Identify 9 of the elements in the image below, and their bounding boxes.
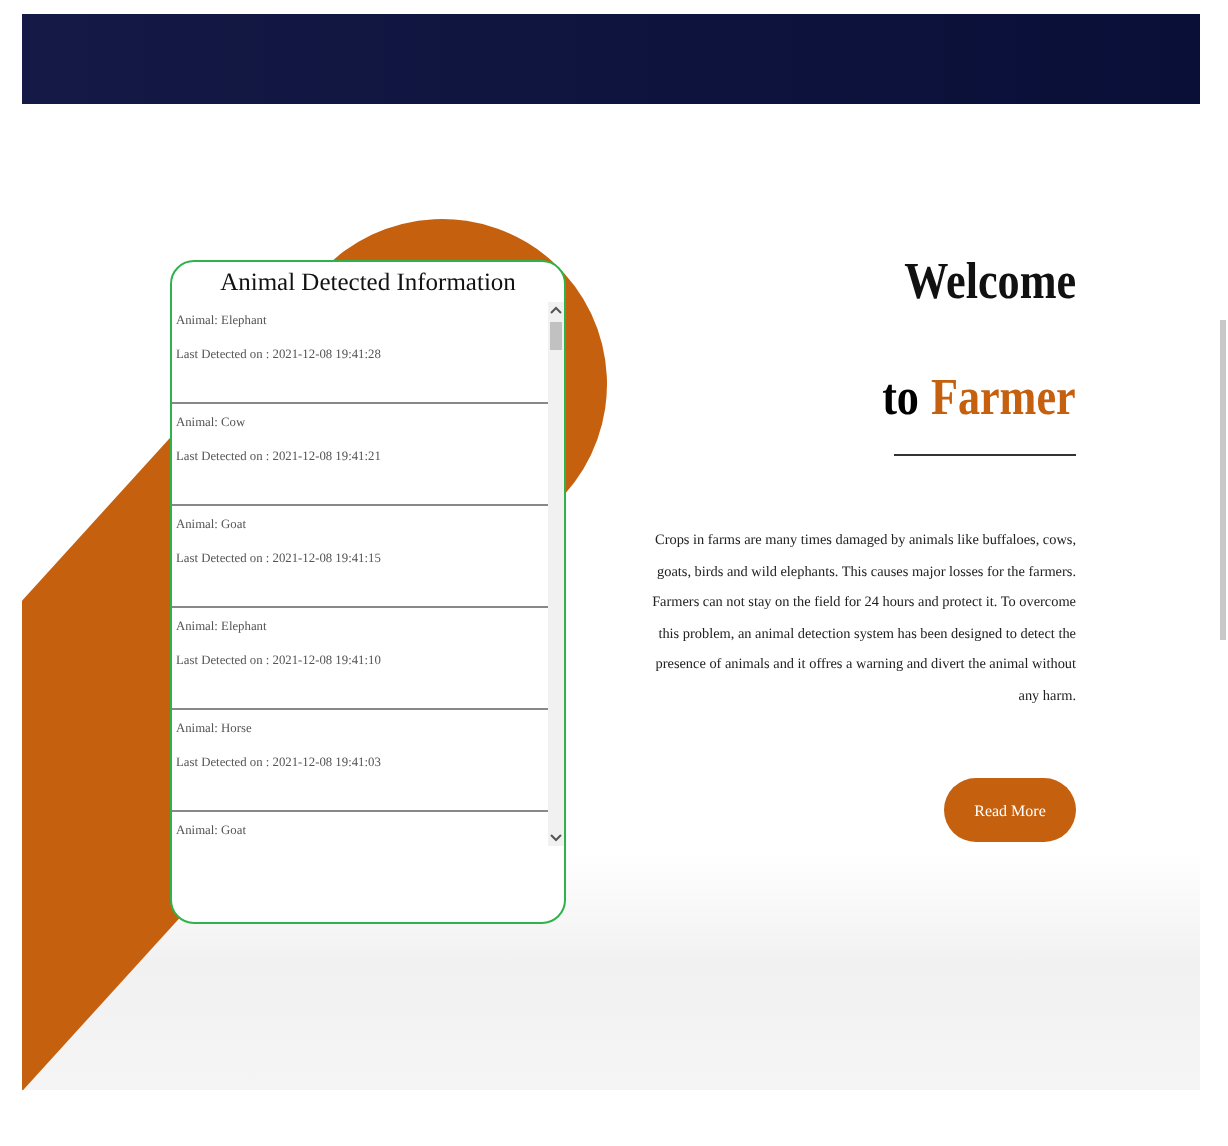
scrollbar-thumb[interactable] xyxy=(550,322,562,350)
scroll-up-icon[interactable] xyxy=(548,302,564,318)
brand-name: Farmer xyxy=(931,366,1076,430)
read-more-button[interactable]: Read More xyxy=(944,778,1076,842)
scroll-down-icon[interactable] xyxy=(548,830,564,846)
welcome-heading: Welcome xyxy=(904,250,1076,314)
heading-text: to xyxy=(882,366,920,430)
page-scrollbar[interactable] xyxy=(1220,320,1226,640)
panel-title: Animal Detected Information xyxy=(218,266,518,300)
